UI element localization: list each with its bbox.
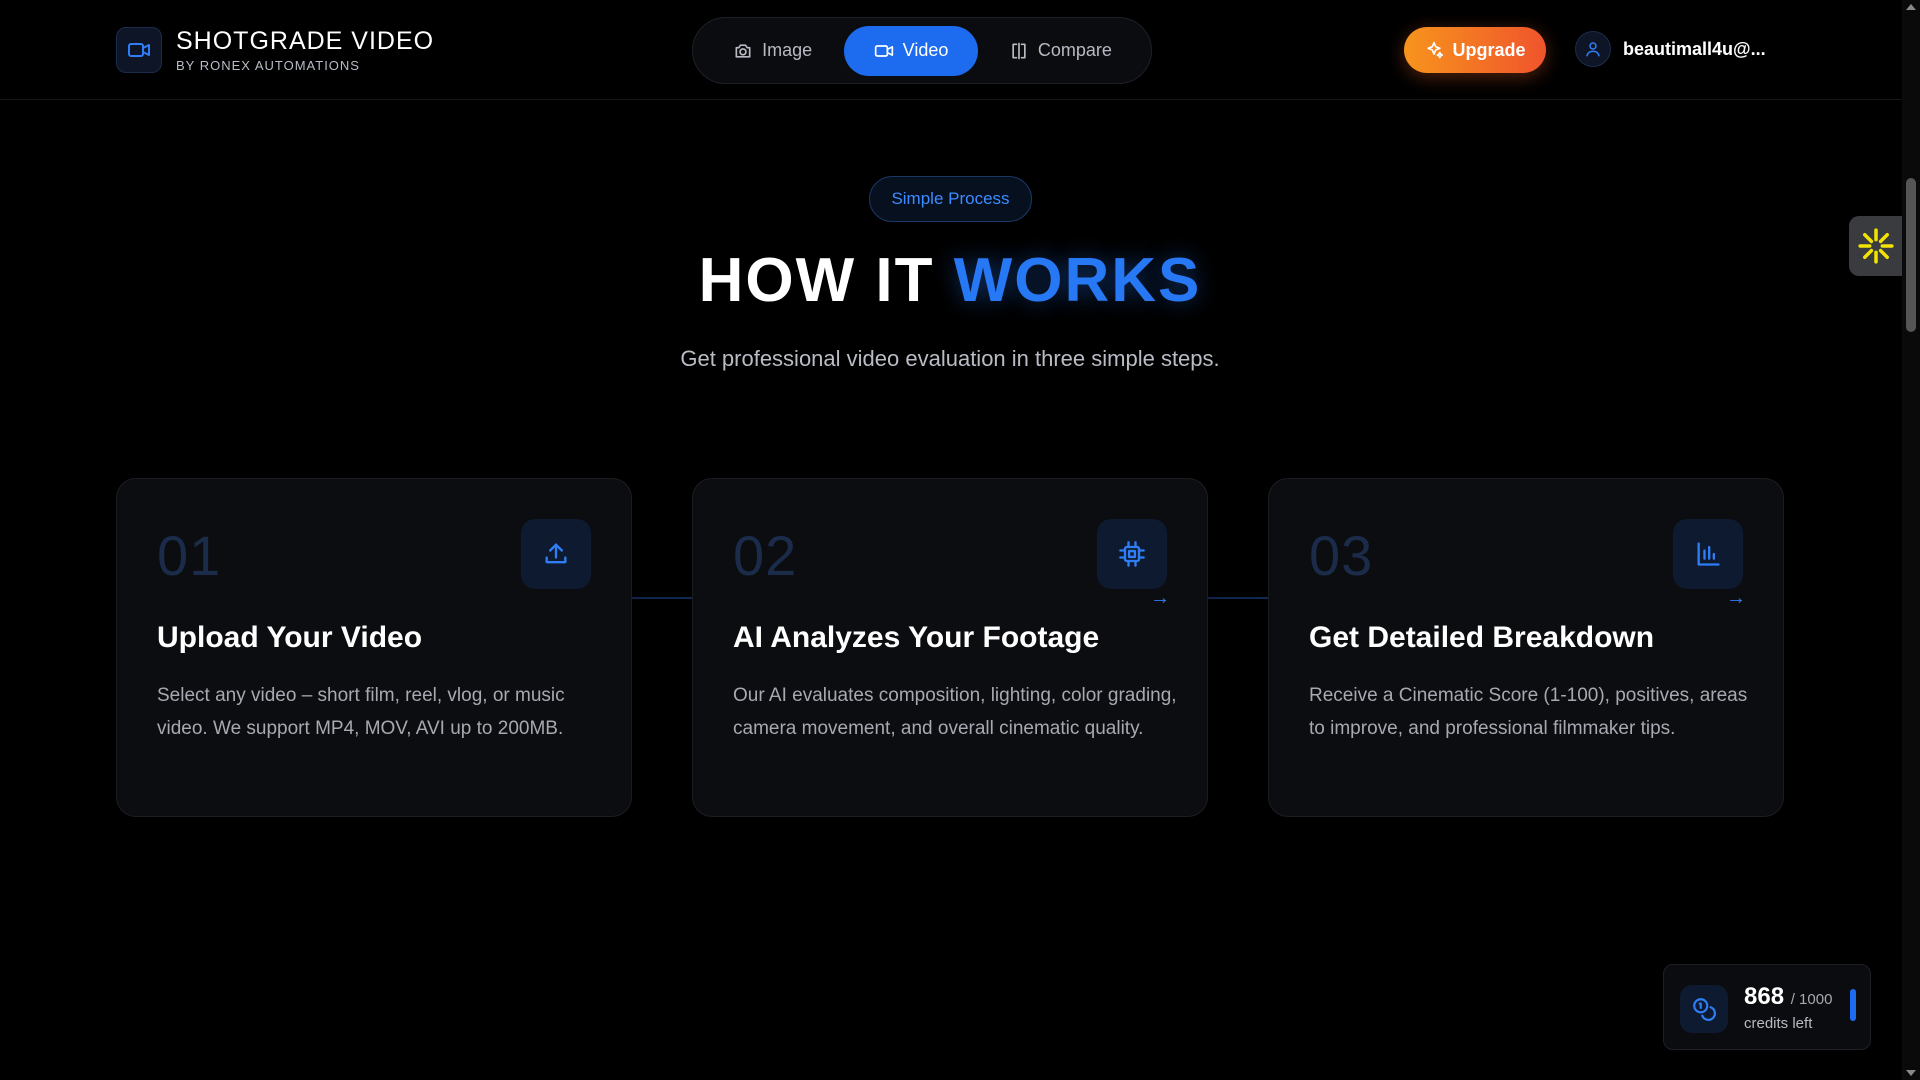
coins-icon bbox=[1680, 985, 1728, 1033]
title-part-2: WORKS bbox=[953, 246, 1202, 315]
cpu-chip-icon bbox=[1097, 519, 1167, 589]
compare-icon bbox=[1012, 42, 1026, 59]
credits-indicator bbox=[1850, 989, 1856, 1021]
camera-icon bbox=[735, 43, 751, 58]
bar-chart-icon bbox=[1673, 519, 1743, 589]
brand-title: SHOTGRADE VIDEO bbox=[176, 27, 435, 55]
page-title: HOW IT WORKS bbox=[0, 245, 1900, 316]
mode-compare-label: Compare bbox=[1037, 40, 1112, 60]
step-card-3: 03 Get Detailed Breakdown Receive a Cine… bbox=[1268, 478, 1784, 817]
user-email: beautimall4u@... bbox=[1623, 38, 1766, 59]
asterisk-widget-icon[interactable] bbox=[1849, 216, 1902, 276]
user-icon bbox=[1575, 31, 1611, 67]
mode-image-button[interactable]: Image bbox=[701, 26, 844, 76]
mode-compare-button[interactable]: Compare bbox=[978, 26, 1143, 76]
section-badge: Simple Process bbox=[869, 176, 1032, 222]
mode-video-label: Video bbox=[902, 40, 949, 60]
step-card-2: 02 AI Analyzes Your Footage Our AI evalu… bbox=[692, 478, 1208, 817]
mode-image-label: Image bbox=[762, 40, 813, 60]
mode-switch: Image Video Compare bbox=[692, 17, 1152, 84]
credits-total: / 1000 bbox=[1790, 991, 1833, 1008]
scroll-thumb[interactable] bbox=[1906, 178, 1916, 332]
upgrade-label: Upgrade bbox=[1452, 39, 1526, 60]
step-title: Get Detailed Breakdown bbox=[1309, 621, 1655, 654]
user-menu[interactable]: beautimall4u@... bbox=[1575, 31, 1766, 67]
upgrade-button[interactable]: Upgrade bbox=[1404, 27, 1546, 73]
page-subtitle: Get professional video evaluation in thr… bbox=[680, 346, 1220, 371]
mode-video-button[interactable]: Video bbox=[844, 25, 978, 76]
video-camera-icon bbox=[116, 27, 162, 73]
scroll-up-icon[interactable] bbox=[1906, 4, 1916, 10]
credits-used: 868 bbox=[1744, 983, 1785, 1010]
sparkles-icon bbox=[1427, 41, 1444, 59]
step-title: Upload Your Video bbox=[157, 621, 423, 654]
step-number: 02 bbox=[733, 524, 798, 587]
brand[interactable]: SHOTGRADE VIDEO BY RONEX AUTOMATIONS bbox=[116, 27, 434, 73]
step-description: Receive a Cinematic Score (1-100), posit… bbox=[1309, 685, 1748, 739]
step-title: AI Analyzes Your Footage bbox=[733, 621, 1100, 654]
title-part-1: HOW IT bbox=[698, 246, 935, 315]
arrow-right-icon: → bbox=[1150, 587, 1170, 609]
scrollbar[interactable] bbox=[1902, 0, 1920, 1080]
upload-icon bbox=[521, 519, 591, 589]
scroll-down-icon[interactable] bbox=[1906, 1070, 1916, 1076]
arrow-right-icon: → bbox=[1726, 587, 1746, 609]
step-number: 03 bbox=[1309, 524, 1374, 587]
step-card-1: 01 Upload Your Video Select any video – … bbox=[116, 478, 632, 817]
credits-label: credits left bbox=[1744, 1015, 1813, 1032]
step-description: Select any video – short film, reel, vlo… bbox=[157, 685, 565, 739]
credits-count: 868 / 1000 bbox=[1744, 983, 1832, 1011]
brand-subtitle: BY RONEX AUTOMATIONS bbox=[176, 58, 360, 73]
video-camera-icon bbox=[874, 44, 893, 57]
step-description: Our AI evaluates composition, lighting, … bbox=[733, 685, 1177, 739]
credits-widget[interactable]: 868 / 1000 credits left bbox=[1663, 964, 1871, 1050]
top-header: SHOTGRADE VIDEO BY RONEX AUTOMATIONS Ima… bbox=[0, 0, 1902, 100]
step-number: 01 bbox=[157, 524, 222, 587]
